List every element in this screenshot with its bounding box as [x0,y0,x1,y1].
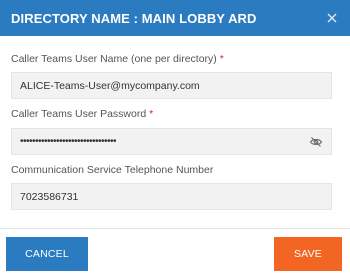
dialog-header: DIRECTORY NAME : MAIN LOBBY ARD [0,0,350,36]
password-value: •••••••••••••••••••••••••••••••• [20,136,117,147]
required-mark: * [219,53,224,65]
caller-password-label: Caller Teams User Password * [11,108,154,120]
directory-dialog: DIRECTORY NAME : MAIN LOBBY ARD Caller T… [0,0,350,277]
dialog-title: DIRECTORY NAME : MAIN LOBBY ARD [11,10,257,26]
cancel-button[interactable]: CANCEL [6,237,88,271]
footer-divider [0,228,350,229]
caller-user-value: ALICE-Teams-User@mycompany.com [20,79,200,92]
required-mark: * [149,108,154,120]
eye-slash-icon[interactable] [309,135,323,149]
caller-password-input[interactable]: •••••••••••••••••••••••••••••••• [11,128,332,155]
close-icon[interactable] [324,10,340,26]
telephone-input[interactable]: 7023586731 [11,183,332,210]
save-button[interactable]: SAVE [274,237,342,271]
caller-user-input[interactable]: ALICE-Teams-User@mycompany.com [11,72,332,99]
caller-user-label: Caller Teams User Name (one per director… [11,53,224,65]
telephone-label: Communication Service Telephone Number [11,164,214,176]
telephone-value: 7023586731 [20,190,79,203]
